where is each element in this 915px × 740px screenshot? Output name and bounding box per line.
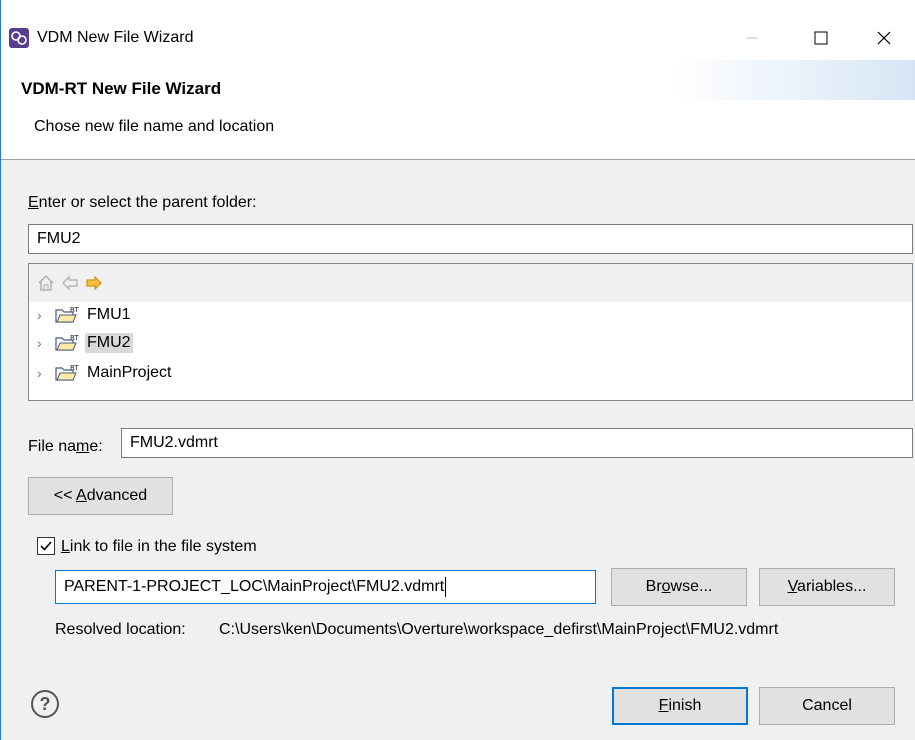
file-name-label: File name: bbox=[28, 438, 103, 455]
close-icon bbox=[877, 31, 891, 45]
help-icon[interactable]: ? bbox=[31, 690, 59, 718]
tree-toolbar bbox=[29, 264, 912, 302]
tree-item[interactable]: › RT FMU2 bbox=[37, 330, 133, 356]
expand-chevron-icon[interactable]: › bbox=[37, 335, 55, 351]
wizard-window: VDM New File Wizard VDM-RT New File Wiza… bbox=[0, 0, 915, 740]
wizard-header: VDM-RT New File Wizard Chose new file na… bbox=[1, 60, 915, 160]
resolved-location-value: C:\Users\ken\Documents\Overture\workspac… bbox=[219, 621, 779, 638]
tree-item-label: FMU2 bbox=[85, 333, 133, 353]
svg-text:RT: RT bbox=[70, 364, 79, 372]
finish-button[interactable]: Finish bbox=[612, 687, 748, 725]
maximize-button[interactable] bbox=[798, 22, 844, 54]
text-caret bbox=[445, 576, 447, 597]
window-title: VDM New File Wizard bbox=[37, 29, 194, 46]
wizard-title: VDM-RT New File Wizard bbox=[21, 79, 222, 98]
forward-arrow-icon[interactable] bbox=[85, 274, 103, 292]
svg-text:RT: RT bbox=[70, 334, 79, 342]
home-icon[interactable] bbox=[37, 274, 55, 292]
tree-item[interactable]: › RT FMU1 bbox=[37, 302, 133, 328]
file-name-input[interactable]: FMU2.vdmrt bbox=[121, 428, 913, 458]
parent-folder-label: Enter or select the parent folder: bbox=[28, 194, 257, 211]
back-arrow-icon[interactable] bbox=[61, 274, 79, 292]
minimize-button[interactable] bbox=[729, 22, 775, 54]
link-checkbox[interactable] bbox=[37, 537, 55, 555]
folder-tree[interactable]: › RT FMU1 › RT FMU2 › RT MainProject bbox=[28, 263, 913, 401]
variables-button[interactable]: Variables... bbox=[759, 568, 895, 606]
tree-item-label: MainProject bbox=[87, 364, 172, 381]
project-folder-icon: RT bbox=[55, 305, 81, 325]
close-button[interactable] bbox=[861, 22, 907, 54]
wizard-description: Chose new file name and location bbox=[34, 118, 275, 135]
svg-text:RT: RT bbox=[70, 306, 79, 314]
header-gradient bbox=[675, 60, 915, 100]
parent-folder-input[interactable]: FMU2 bbox=[28, 224, 913, 254]
app-icon bbox=[9, 28, 29, 48]
expand-chevron-icon[interactable]: › bbox=[37, 307, 55, 323]
browse-button[interactable]: Browse... bbox=[611, 568, 747, 606]
link-path-value: PARENT-1-PROJECT_LOC\MainProject\FMU2.vd… bbox=[64, 578, 445, 595]
checkmark-icon bbox=[40, 541, 52, 551]
tree-item-label: FMU1 bbox=[87, 306, 131, 323]
project-folder-icon: RT bbox=[55, 333, 81, 353]
link-checkbox-label[interactable]: Link to file in the file system bbox=[61, 537, 257, 557]
expand-chevron-icon[interactable]: › bbox=[37, 365, 55, 381]
resolved-location-label: Resolved location: bbox=[55, 621, 186, 638]
advanced-button[interactable]: << Advanced bbox=[28, 477, 173, 515]
link-path-input[interactable]: PARENT-1-PROJECT_LOC\MainProject\FMU2.vd… bbox=[55, 570, 596, 604]
tree-item[interactable]: › RT MainProject bbox=[37, 360, 173, 386]
project-folder-icon: RT bbox=[55, 363, 81, 383]
cancel-button[interactable]: Cancel bbox=[759, 687, 895, 725]
